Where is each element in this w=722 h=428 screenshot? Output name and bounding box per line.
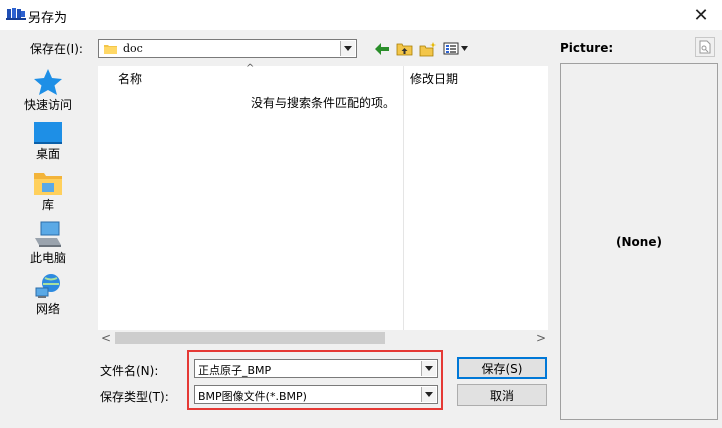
empty-list-message: 没有与搜索条件匹配的项。	[251, 96, 396, 110]
up-folder-button[interactable]	[394, 39, 414, 58]
sort-ascending-icon: ^	[246, 63, 255, 74]
cancel-button[interactable]: 取消	[457, 384, 547, 406]
chevron-down-icon[interactable]	[421, 361, 436, 376]
up-folder-icon	[396, 43, 412, 56]
place-label: 桌面	[35, 147, 60, 161]
place-quick-access[interactable]: 快速访问	[16, 68, 80, 113]
preview-document-icon	[699, 40, 711, 54]
column-header-name[interactable]: 名称	[118, 70, 142, 87]
new-folder-button[interactable]	[418, 39, 438, 58]
place-label: 网络	[35, 302, 60, 316]
chevron-down-icon[interactable]	[340, 41, 355, 56]
save-button[interactable]: 保存(S)	[457, 357, 547, 379]
place-label: 库	[41, 198, 54, 212]
window-title: 另存为	[28, 11, 68, 26]
column-header-date[interactable]: 修改日期	[410, 70, 458, 87]
new-folder-icon	[419, 41, 437, 56]
desktop-icon	[34, 122, 62, 144]
preview-none-text: (None)	[616, 234, 662, 249]
back-arrow-icon	[375, 42, 389, 55]
filetype-select[interactable]: BMP图像文件(*.BMP)	[194, 385, 438, 404]
place-network[interactable]: 网络	[16, 272, 80, 317]
computer-icon	[35, 221, 61, 247]
place-desktop[interactable]: 桌面	[16, 121, 80, 162]
network-icon	[35, 274, 60, 298]
save-in-value: doc	[123, 42, 143, 55]
view-menu-button[interactable]	[441, 39, 471, 58]
place-library[interactable]: 库	[16, 170, 80, 213]
place-label: 此电脑	[29, 251, 66, 265]
preview-toggle-button[interactable]	[695, 37, 715, 57]
place-this-pc[interactable]: 此电脑	[16, 221, 80, 266]
scroll-right-icon[interactable]: >	[536, 331, 546, 345]
filename-field[interactable]: 正点原子_BMP	[194, 359, 438, 378]
back-button[interactable]	[372, 39, 392, 58]
filename-value: 正点原子_BMP	[198, 364, 272, 377]
preview-label: Picture:	[560, 41, 614, 55]
filename-label: 文件名(N):	[100, 364, 159, 378]
title-bar	[0, 0, 722, 30]
chevron-down-icon[interactable]	[421, 387, 436, 402]
close-icon: ✕	[693, 4, 709, 26]
star-icon	[34, 69, 62, 95]
scrollbar-thumb[interactable]	[115, 332, 385, 344]
save-in-label: 保存在(I):	[30, 42, 83, 56]
column-divider	[403, 66, 404, 330]
library-icon	[34, 173, 62, 195]
preview-pane: (None)	[560, 63, 718, 420]
place-label: 快速访问	[23, 98, 72, 112]
close-button[interactable]: ✕	[684, 2, 718, 28]
app-icon	[6, 8, 26, 20]
filetype-label: 保存类型(T):	[100, 390, 169, 404]
save-in-combo[interactable]: doc	[98, 39, 357, 58]
view-menu-icon	[443, 42, 468, 55]
folder-icon	[104, 45, 117, 54]
filetype-value: BMP图像文件(*.BMP)	[198, 390, 307, 403]
scroll-left-icon[interactable]: <	[101, 331, 111, 345]
